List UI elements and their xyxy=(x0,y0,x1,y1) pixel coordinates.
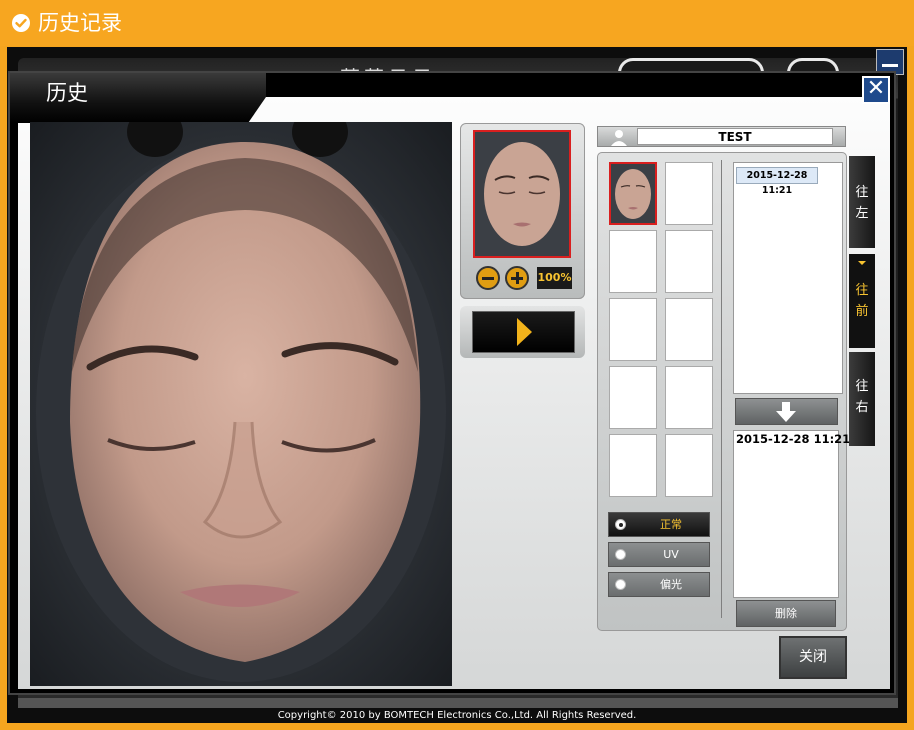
zoom-out-button[interactable] xyxy=(476,266,500,290)
zoom-level: 100% xyxy=(537,267,572,289)
close-icon[interactable]: ✕ xyxy=(862,76,890,104)
gallery-cell[interactable] xyxy=(665,230,713,293)
gallery-cell[interactable] xyxy=(609,230,657,293)
gallery-cell[interactable] xyxy=(665,298,713,361)
gallery-cell[interactable] xyxy=(609,366,657,429)
user-name-field: TEST xyxy=(637,128,833,145)
mode-label: 偏光 xyxy=(660,578,682,591)
zoom-in-button[interactable] xyxy=(505,266,529,290)
minimize-icon[interactable] xyxy=(876,49,904,75)
check-circle-icon xyxy=(12,14,30,32)
tab-label: 往左 xyxy=(855,185,869,221)
selected-date-item[interactable]: 2015-12-28 11:21 xyxy=(736,432,850,446)
gallery-cell[interactable] xyxy=(609,298,657,361)
mode-normal-radio[interactable]: 正常 xyxy=(608,512,710,537)
gallery-cell-selected[interactable] xyxy=(609,162,657,225)
radio-icon xyxy=(615,549,626,560)
arrow-down-icon xyxy=(775,402,797,422)
history-date-item[interactable]: 2015-12-28 11:21 xyxy=(736,167,818,196)
mode-label: 正常 xyxy=(660,518,682,531)
copyright-text: Copyright© 2010 by BOMTECH Electronics C… xyxy=(277,710,637,721)
main-face-image[interactable] xyxy=(30,122,452,686)
tab-left[interactable]: 往左 xyxy=(849,156,875,248)
tab-label: 往前 xyxy=(855,283,869,319)
gallery-cell[interactable] xyxy=(665,434,713,497)
close-button[interactable]: 关闭 xyxy=(779,636,847,679)
tab-front[interactable]: 往前 xyxy=(849,254,875,348)
mode-polarized-radio[interactable]: 偏光 xyxy=(608,572,710,597)
selected-date-list[interactable] xyxy=(733,430,839,598)
radio-icon xyxy=(615,519,626,530)
tab-right[interactable]: 往右 xyxy=(849,352,875,446)
play-icon xyxy=(517,318,532,346)
page-title: 历史记录 xyxy=(38,11,122,35)
panel-divider xyxy=(721,160,722,618)
caret-down-icon xyxy=(858,261,866,265)
user-icon xyxy=(605,128,633,146)
dialog-title: 历史 xyxy=(46,81,88,105)
gallery-cell[interactable] xyxy=(609,434,657,497)
gallery-cell[interactable] xyxy=(665,162,713,225)
background-status-strip xyxy=(18,698,898,708)
tab-label: 往右 xyxy=(855,379,869,415)
header-bar xyxy=(0,0,914,46)
radio-icon xyxy=(615,579,626,590)
mode-uv-radio[interactable]: UV xyxy=(608,542,710,567)
mode-label: UV xyxy=(663,548,679,561)
preview-thumbnail[interactable] xyxy=(473,130,571,258)
delete-button[interactable]: 删除 xyxy=(736,600,836,627)
gallery-cell[interactable] xyxy=(665,366,713,429)
